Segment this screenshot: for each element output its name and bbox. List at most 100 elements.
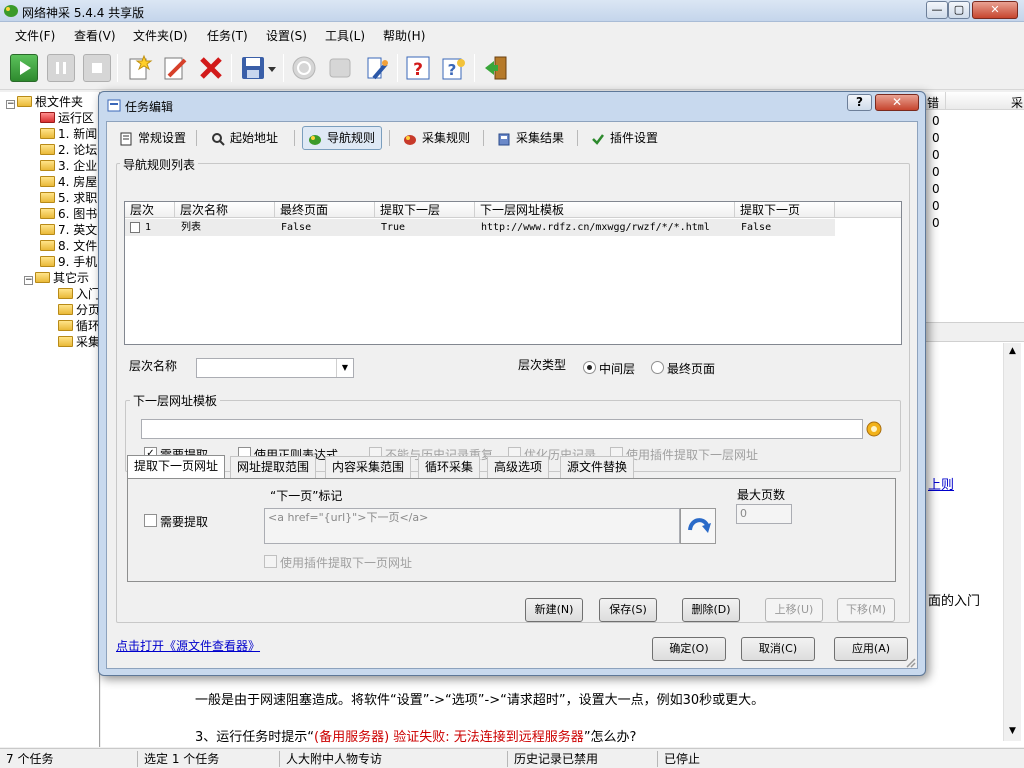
tree-item[interactable]: 分页 (58, 302, 99, 318)
tree-item[interactable]: 2. 论坛 (40, 142, 97, 158)
minimize-button[interactable]: — (926, 1, 948, 19)
source-viewer-link[interactable]: 点击打开《源文件查看器》 (116, 637, 260, 654)
tree-root[interactable]: − 根文件夹 (6, 94, 83, 110)
export-icon[interactable] (326, 54, 354, 82)
radio-middle-level[interactable] (583, 361, 596, 374)
tree-item-running[interactable]: 运行区 (40, 110, 94, 126)
scroll-down-icon[interactable]: ▼ (1005, 724, 1020, 739)
subtab-advanced[interactable]: 高级选项 (487, 456, 550, 478)
grid-header[interactable]: 最终页面 (275, 202, 375, 218)
move-up-button[interactable]: 上移(U) (765, 598, 823, 622)
resize-grip-icon[interactable] (904, 656, 916, 668)
column-header[interactable]: 采 (1011, 94, 1023, 111)
edit-task-icon[interactable] (161, 54, 189, 82)
pane-splitter[interactable] (925, 322, 1024, 342)
tree-item[interactable]: 4. 房屋 (40, 174, 97, 190)
play-icon[interactable] (10, 54, 38, 82)
url-wizard-icon[interactable] (865, 419, 883, 439)
help-text: 一般是由于网速阻塞造成。将软件“设置”->“选项”->“请求超时”，设置大一点，… (195, 693, 765, 708)
exit-icon[interactable] (482, 54, 510, 82)
plugin-next-page-checkbox[interactable] (264, 555, 277, 568)
save-icon[interactable] (239, 54, 267, 82)
grid-header[interactable]: 提取下一层 (375, 202, 475, 218)
tab-collect-rules[interactable]: 采集规则 (397, 126, 477, 150)
grid-header[interactable]: 下一层网址模板 (475, 202, 735, 218)
menu-help[interactable]: 帮助(H) (383, 27, 425, 44)
menu-tools[interactable]: 工具(L) (325, 27, 365, 44)
folder-icon (40, 128, 55, 139)
help-link[interactable]: 上则 (928, 474, 954, 493)
stop-icon[interactable] (83, 54, 111, 82)
tree-item[interactable]: 1. 新闻 (40, 126, 97, 142)
level-name-combo[interactable] (196, 358, 354, 378)
subtab-content-range[interactable]: 内容采集范围 (325, 456, 412, 478)
subtab-url-extract-range[interactable]: 网址提取范围 (230, 456, 317, 478)
tree-item[interactable]: 采集 (58, 334, 99, 350)
status-selected: 选定 1 个任务 (140, 751, 280, 767)
pause-icon[interactable] (47, 54, 75, 82)
ok-button[interactable]: 确定(O) (652, 637, 726, 661)
tree-item[interactable]: 5. 求职 (40, 190, 97, 206)
tree-item[interactable]: 入门 (58, 286, 99, 302)
tree-item[interactable]: 9. 手机 (40, 254, 97, 270)
chevron-down-icon[interactable]: ▼ (336, 359, 353, 377)
new-button[interactable]: 新建(N) (525, 598, 583, 622)
database-icon (497, 131, 511, 146)
menu-view[interactable]: 查看(V) (74, 27, 116, 44)
nav-rules-grid[interactable]: 层次 层次名称 最终页面 提取下一层 下一层网址模板 提取下一页 1 列表 Fa… (124, 201, 902, 345)
next-url-field[interactable] (141, 419, 863, 439)
dialog-help-button[interactable]: ? (847, 94, 872, 111)
tab-collect-results[interactable]: 采集结果 (491, 126, 571, 150)
subtab-source-replace[interactable]: 源文件替换 (560, 456, 635, 478)
menu-folder[interactable]: 文件夹(D) (133, 27, 188, 44)
radio-final-page[interactable] (651, 361, 664, 374)
move-down-button[interactable]: 下移(M) (837, 598, 895, 622)
tab-general-settings[interactable]: 常规设置 (113, 126, 193, 150)
subtab-loop-collect[interactable]: 循环采集 (418, 456, 481, 478)
next-page-extract-checkbox[interactable] (144, 514, 157, 527)
tree-item[interactable]: 6. 图书 (40, 206, 97, 222)
tree-item[interactable]: 8. 文件 (40, 238, 97, 254)
folder-icon (35, 272, 50, 283)
apply-button[interactable]: 应用(A) (834, 637, 908, 661)
subtab-next-page-url[interactable]: 提取下一页网址 (127, 455, 226, 479)
tree-item[interactable]: 3. 企业 (40, 158, 97, 174)
about-icon[interactable]: ? (440, 54, 468, 82)
grid-cell: False (741, 222, 772, 233)
tab-plugin-settings[interactable]: 插件设置 (585, 126, 665, 150)
collapse-icon[interactable]: − (24, 276, 33, 285)
dropdown-arrow-icon[interactable] (266, 54, 278, 82)
vertical-scrollbar[interactable]: ▲ ▼ (1003, 343, 1021, 741)
menu-task[interactable]: 任务(T) (207, 27, 248, 44)
menu-file[interactable]: 文件(F) (15, 27, 55, 44)
next-marker-field[interactable]: <a href="{url}">下一页</a> (264, 508, 680, 544)
tree-item-other[interactable]: − 其它示 (24, 270, 89, 286)
help-icon[interactable]: ? (404, 54, 432, 82)
tree-item[interactable]: 循环 (58, 318, 99, 334)
scroll-up-icon[interactable]: ▲ (1005, 344, 1020, 359)
column-header[interactable]: 错 (927, 94, 939, 111)
delete-task-icon[interactable] (197, 54, 225, 82)
max-pages-field[interactable]: 0 (736, 504, 792, 524)
tab-start-url[interactable]: 起始地址 (205, 126, 285, 150)
close-button[interactable]: ✕ (972, 1, 1018, 19)
collapse-icon[interactable]: − (6, 100, 15, 109)
tab-navigation-rules[interactable]: 导航规则 (302, 126, 383, 150)
save-button[interactable]: 保存(S) (599, 598, 657, 622)
cancel-button[interactable]: 取消(C) (741, 637, 815, 661)
tools-icon[interactable] (362, 54, 390, 82)
next-marker-label: “下一页”标记 (270, 489, 343, 503)
new-task-icon[interactable] (125, 54, 153, 82)
refresh-arrow-icon[interactable] (680, 508, 716, 544)
maximize-button[interactable]: ▢ (948, 1, 970, 19)
menu-settings[interactable]: 设置(S) (266, 27, 307, 44)
grid-header[interactable]: 层次名称 (175, 202, 275, 218)
delete-button[interactable]: 删除(D) (682, 598, 740, 622)
grid-header[interactable]: 提取下一页 (735, 202, 835, 218)
table-row[interactable] (125, 219, 835, 236)
tree-item[interactable]: 7. 英文 (40, 222, 97, 238)
magnifier-icon (211, 131, 225, 146)
grid-header[interactable]: 层次 (125, 202, 175, 218)
dialog-close-button[interactable]: ✕ (875, 94, 919, 111)
power-icon[interactable] (290, 54, 318, 82)
